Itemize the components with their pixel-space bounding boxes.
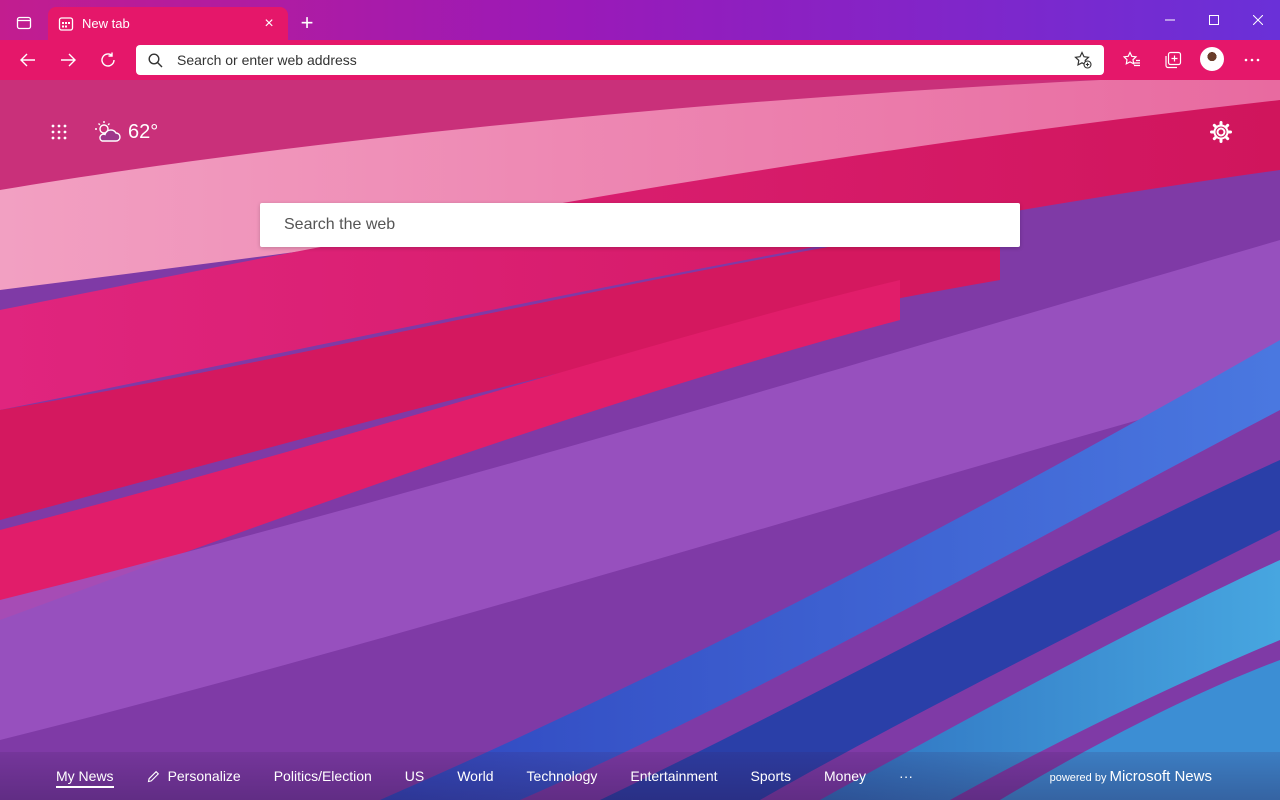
nav-my-news[interactable]: My News: [56, 768, 114, 788]
forward-button[interactable]: [53, 45, 83, 75]
tab-actions-icon: [16, 16, 32, 30]
news-navigation-bar: My News Personalize Politics/Election US…: [0, 752, 1280, 800]
favorites-button[interactable]: [1117, 45, 1147, 75]
close-window-button[interactable]: [1238, 6, 1278, 34]
nav-technology[interactable]: Technology: [527, 768, 598, 784]
collections-icon: [1165, 51, 1182, 69]
add-favorite-icon[interactable]: [1074, 51, 1092, 69]
web-search-box: [260, 203, 1020, 247]
page-settings-button[interactable]: [1207, 118, 1235, 146]
nav-personalize-label: Personalize: [167, 768, 241, 784]
search-icon: [148, 52, 163, 67]
nav-entertainment[interactable]: Entertainment: [630, 768, 717, 784]
back-button[interactable]: [13, 45, 43, 75]
title-bar: New tab × +: [0, 0, 1280, 40]
tab-title: New tab: [82, 16, 130, 31]
app-grid-icon: [51, 124, 67, 140]
nav-money[interactable]: Money: [824, 768, 866, 784]
collections-button[interactable]: [1158, 45, 1188, 75]
web-search-input[interactable]: [260, 203, 1020, 247]
nav-personalize[interactable]: Personalize: [147, 768, 241, 784]
profile-avatar[interactable]: [1200, 47, 1224, 71]
app-launcher-button[interactable]: [47, 120, 71, 144]
minimize-icon: [1165, 19, 1175, 21]
favorites-icon: [1123, 51, 1140, 67]
address-bar: [136, 45, 1104, 75]
powered-by-label[interactable]: powered by Microsoft News: [1050, 768, 1212, 785]
new-tab-background: [0, 80, 1280, 800]
close-tab-icon[interactable]: ×: [260, 15, 278, 33]
address-input[interactable]: [175, 51, 1074, 69]
forward-arrow-icon: [61, 53, 76, 67]
maximize-icon: [1209, 15, 1219, 25]
settings-and-more-button[interactable]: [1237, 45, 1267, 75]
wallpaper-ribbons: [0, 80, 1280, 800]
temperature-label: 62°: [128, 120, 159, 143]
nav-more-button[interactable]: ···: [899, 768, 913, 784]
gear-icon: [1210, 121, 1232, 143]
new-tab-page-icon: [58, 16, 74, 31]
nav-politics-election[interactable]: Politics/Election: [274, 768, 372, 784]
more-icon: [1244, 58, 1260, 62]
minimize-button[interactable]: [1150, 6, 1190, 34]
tab-actions-button[interactable]: [8, 8, 40, 38]
toolbar: [0, 40, 1280, 80]
new-tab-button[interactable]: +: [294, 10, 320, 36]
nav-us[interactable]: US: [405, 768, 424, 784]
news-nav: My News Personalize Politics/Election US…: [56, 768, 946, 788]
partly-cloudy-icon: [95, 121, 121, 142]
nav-sports[interactable]: Sports: [751, 768, 791, 784]
back-arrow-icon: [20, 53, 35, 67]
nav-world[interactable]: World: [457, 768, 493, 784]
refresh-button[interactable]: [93, 45, 123, 75]
microsoft-news-brand: Microsoft News: [1109, 768, 1212, 785]
refresh-icon: [101, 52, 115, 67]
powered-by-prefix: powered by: [1049, 772, 1107, 784]
weather-widget[interactable]: 62°: [94, 118, 158, 146]
pencil-icon: [147, 770, 159, 782]
close-icon: [1253, 15, 1263, 25]
maximize-button[interactable]: [1194, 6, 1234, 34]
tab-new-tab[interactable]: New tab ×: [48, 7, 288, 40]
